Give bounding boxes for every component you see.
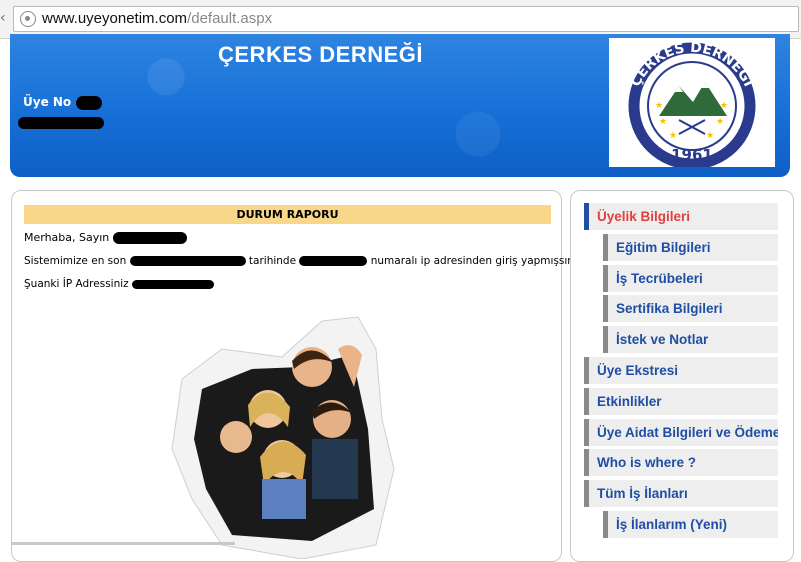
menu-item-i-tecr-beleri[interactable]: İş Tecrübeleri: [603, 264, 778, 292]
menu-item-i-i-lanlar-m-yeni[interactable]: İş İlanlarım (Yeni): [603, 511, 778, 538]
svg-text:★: ★: [720, 101, 728, 111]
svg-text:★: ★: [706, 131, 714, 141]
menu-item-i-stek-ve-notlar[interactable]: İstek ve Notlar: [603, 326, 778, 354]
svg-text:★: ★: [669, 131, 677, 141]
member-no-label: Üye No :: [23, 95, 81, 109]
url-text: www.uyeyonetim.com/default.aspx: [42, 10, 272, 27]
back-arrow-icon[interactable]: ‹: [0, 10, 6, 26]
menu-item-ye-ekstresi[interactable]: Üye Ekstresi: [584, 357, 778, 384]
redacted-current-ip: [132, 279, 215, 289]
current-ip-label: Şuanki İP Adressiniz: [24, 278, 129, 290]
menu-item-ye-aidat-bilgileri-ve-deme[interactable]: Üye Aidat Bilgileri ve Ödeme: [584, 418, 778, 446]
menu-item-t-m-i-i-lanlar[interactable]: Tüm İş İlanları: [584, 480, 778, 508]
redacted-login-date: [129, 256, 246, 266]
redacted-member-name: [18, 117, 104, 129]
menu-item-yelik-bilgileri[interactable]: Üyelik Bilgileri: [584, 203, 778, 230]
menu-item-e-itim-bilgileri[interactable]: Eğitim Bilgileri: [603, 233, 778, 261]
page-info-icon[interactable]: [20, 11, 36, 27]
greeting-line: Merhaba, Sayın: [24, 231, 187, 244]
menu-item-etkinlikler[interactable]: Etkinlikler: [584, 387, 778, 415]
site-header: ÇERKES DERNEĞİ Üye No : ÇERKES DERNEĞİ ★…: [10, 34, 790, 177]
menu-item-who-is-where[interactable]: Who is where ?: [584, 449, 778, 477]
url-host: www.uyeyonetim.com: [42, 10, 188, 27]
status-report-panel: DURUM RAPORU Merhaba, Sayın Sistemimize …: [11, 190, 586, 562]
svg-text:★: ★: [659, 117, 667, 127]
last-login-suffix: numaralı ip adresinden giriş yapmışsınız…: [370, 255, 586, 267]
side-menu-panel: Üyelik Bilgileri Eğitim Bilgileri İş Tecrü…: [570, 190, 794, 562]
scrollbar-hint: [11, 542, 235, 545]
last-login-prefix: Sistemimize en son: [24, 255, 127, 267]
last-login-line: Sistemimize en son tarihinde numaralı ip…: [24, 255, 586, 267]
last-login-middle: tarihinde: [248, 255, 297, 267]
current-ip-line: Şuanki İP Adressiniz: [24, 278, 215, 290]
redacted-user-name: [112, 232, 187, 244]
greeting-text: Merhaba, Sayın: [24, 231, 110, 244]
url-path: /default.aspx: [187, 10, 273, 27]
association-logo: ÇERKES DERNEĞİ ★ ★ ★ ★ ★ ★ 1961: [609, 38, 775, 170]
report-heading: DURUM RAPORU: [24, 205, 551, 224]
redacted-member-no: [76, 96, 102, 110]
svg-text:★: ★: [655, 101, 663, 111]
logo-seal: ÇERKES DERNEĞİ ★★★ ★★★ 1961: [628, 40, 757, 170]
group-photo-illustration: [171, 316, 395, 559]
logo-year: 1961: [671, 146, 713, 164]
redacted-login-ip: [299, 256, 368, 266]
svg-text:★: ★: [716, 117, 724, 127]
menu-item-sertifika-bilgileri[interactable]: Sertifika Bilgileri: [603, 295, 778, 323]
address-bar[interactable]: www.uyeyonetim.com/default.aspx: [13, 6, 799, 32]
site-title: ÇERKES DERNEĞİ: [218, 42, 424, 67]
